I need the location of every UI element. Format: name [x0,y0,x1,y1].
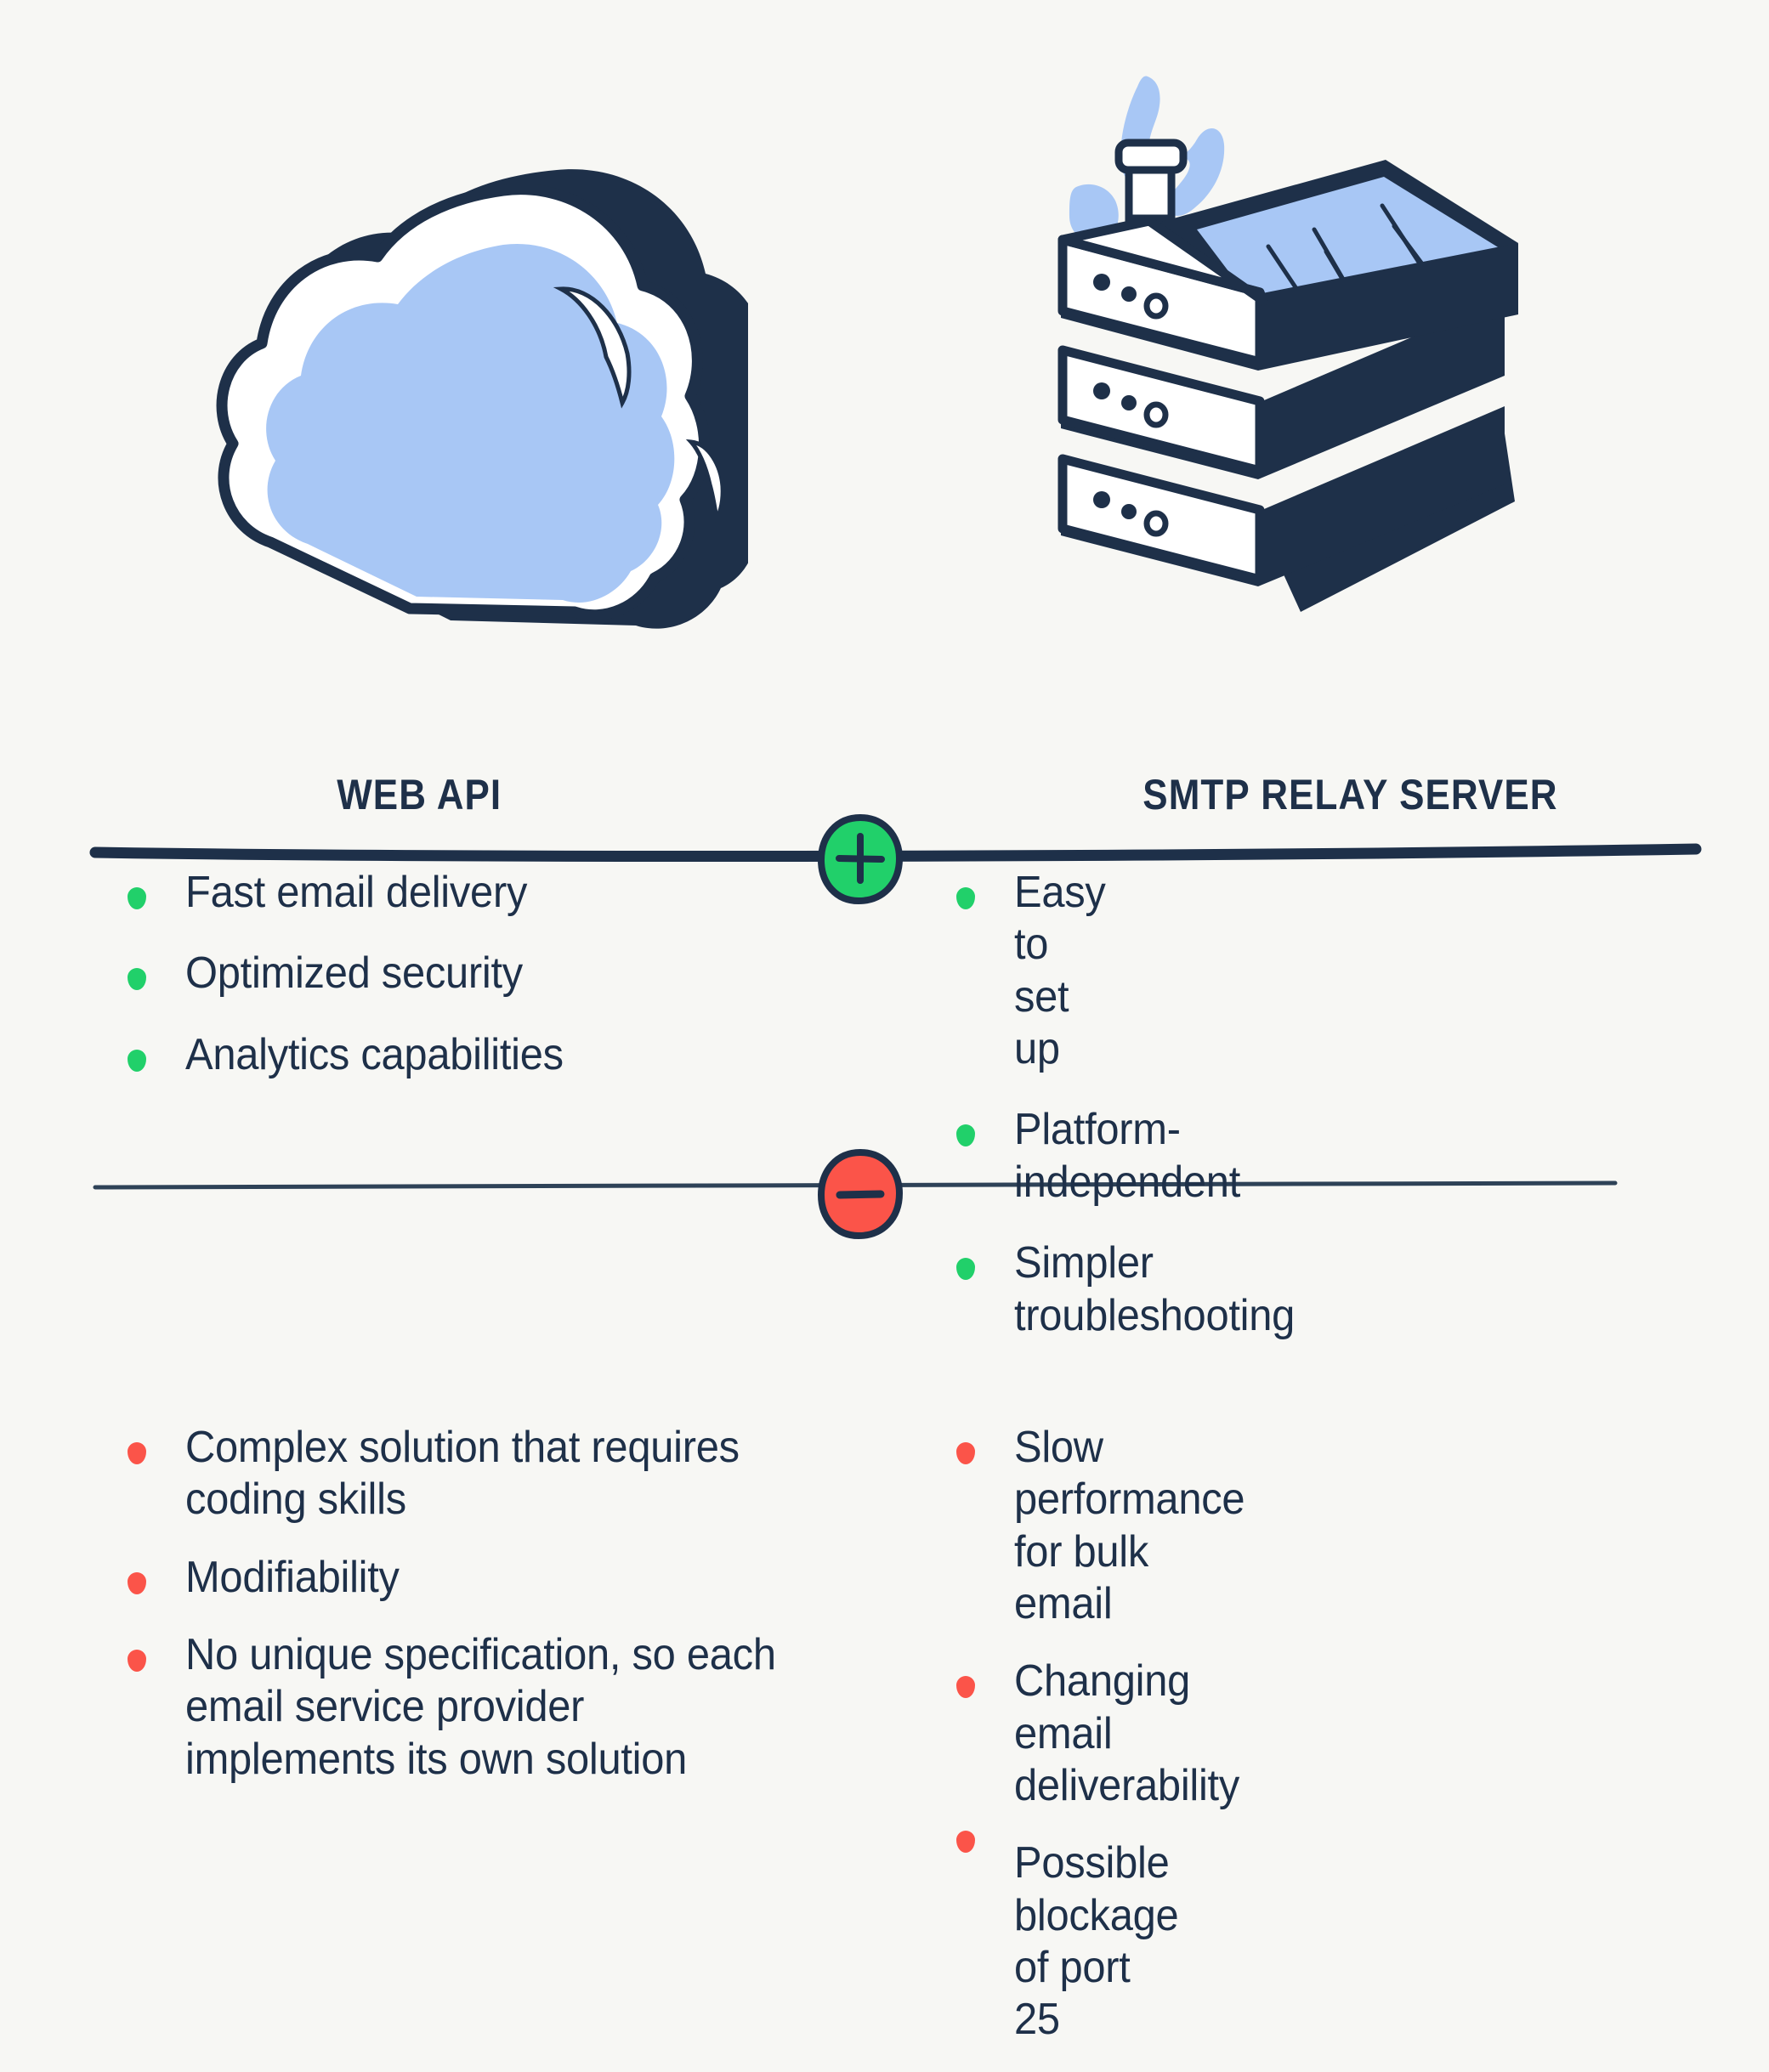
bullet-dot-positive-icon [956,1258,975,1280]
plus-badge [818,814,903,904]
list-item-label: No unique specification, so each email s… [185,1629,794,1786]
list-item-label: Easy to set up [1014,867,1106,1075]
list-item: No unique specification, so each email s… [128,1629,833,1786]
heading-cell-left: WEB API [0,748,906,841]
list-item: Complex solution that requires coding sk… [128,1422,833,1526]
bullet-dot-positive-icon [956,887,975,909]
list-item-label: Simpler troubleshooting [1014,1237,1295,1342]
comparison-infographic: WEB API SMTP RELAY SERVER [0,0,1769,1860]
page-title-web-api: WEB API [337,770,502,819]
pros-list-smtp: Easy to set up Platform-independent Simp… [0,867,1007,1371]
server-stack-illustration [1046,59,1522,705]
illustrations-row [0,0,1769,748]
list-item-label: Fast email delivery [185,867,527,919]
server-chimney [1119,143,1183,218]
pros-section: Fast email delivery Optimized security A… [0,867,1769,1371]
bullet-dot-negative-icon [956,1442,975,1464]
list-item-label: Platform-independent [1014,1104,1240,1209]
list-item-label: Complex solution that requires coding sk… [185,1422,794,1526]
comparison-lists: Fast email delivery Optimized security A… [0,867,1769,2072]
minus-badge [818,1149,903,1239]
list-item-label: Possible blockage of port 25 [1014,1837,1178,2046]
bullet-dot-negative-icon [956,1831,975,1853]
list-item-label: Analytics capabilities [185,1029,564,1081]
page-title-smtp-relay-server: SMTP RELAY SERVER [1142,770,1557,819]
cons-section: Complex solution that requires coding sk… [0,1422,1769,2072]
list-item-label: Changing email deliverability [1014,1656,1239,1812]
cloud-illustration [170,144,748,705]
list-item-label: Slow performance for bulk email [1014,1422,1245,1630]
heading-cell-right: SMTP RELAY SERVER [906,748,1769,841]
list-item-label: Optimized security [185,948,523,999]
bullet-dot-negative-icon [956,1676,975,1698]
list-item-label: Modifiability [185,1552,400,1604]
bullet-dot-positive-icon [956,1124,975,1146]
